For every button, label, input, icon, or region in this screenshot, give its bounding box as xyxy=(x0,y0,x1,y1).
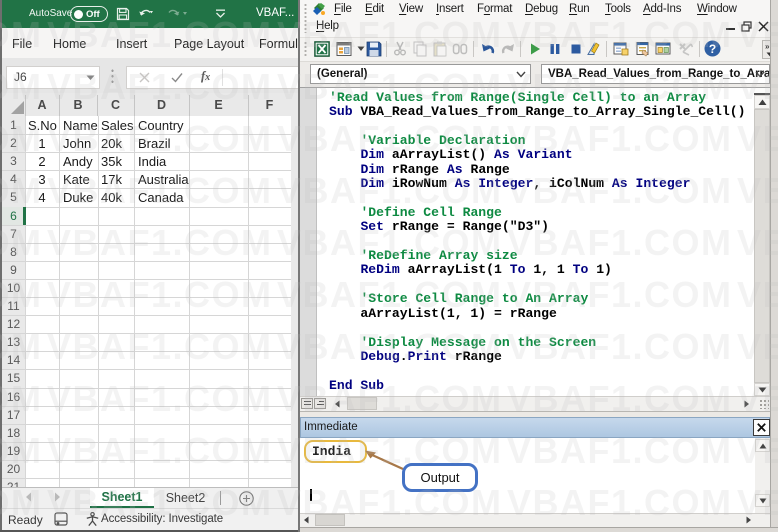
svg-text:?: ? xyxy=(709,42,716,56)
